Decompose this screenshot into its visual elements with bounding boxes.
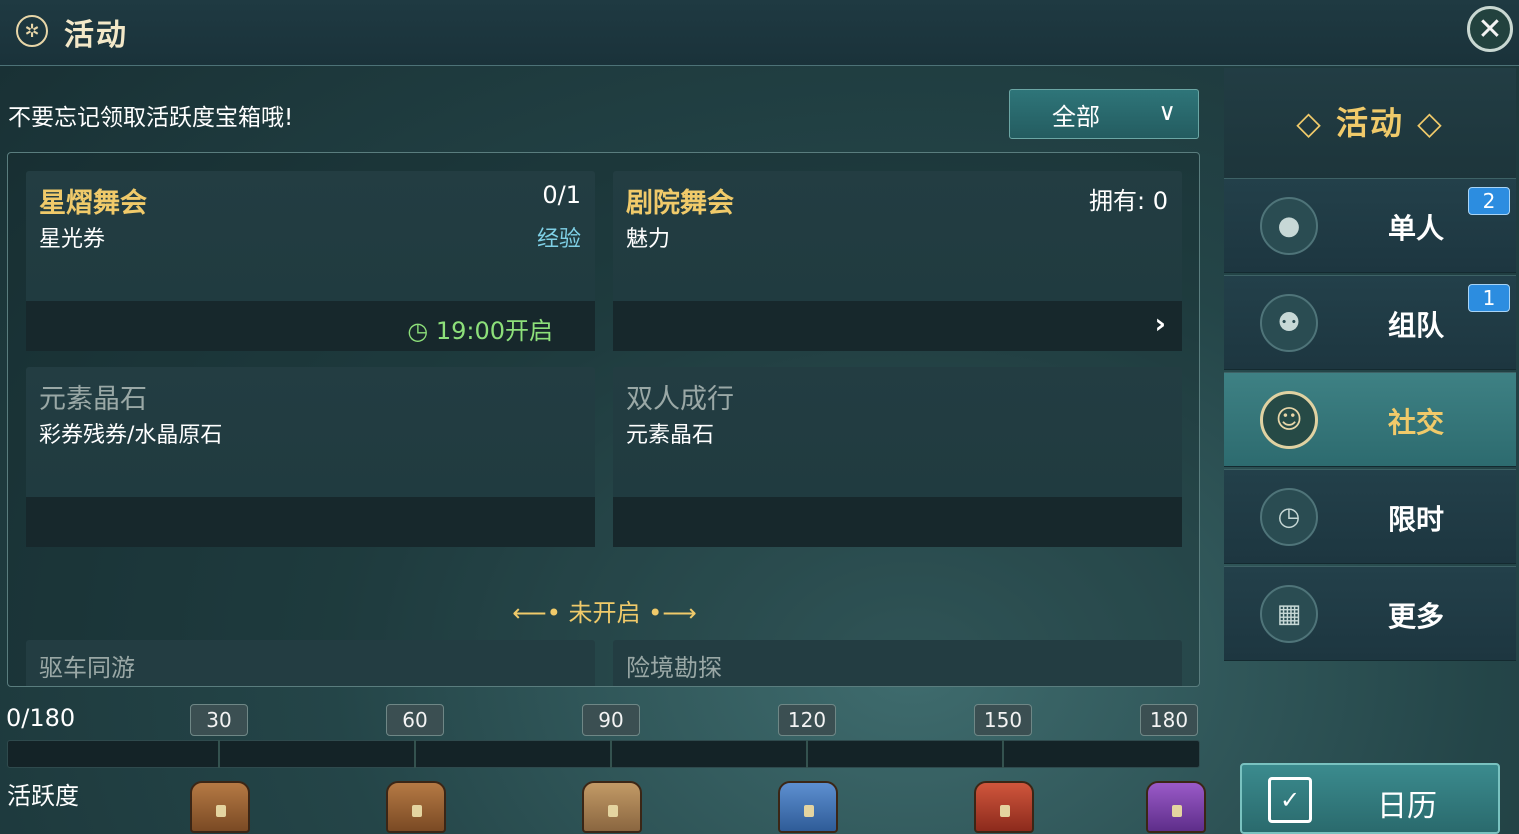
activity-count: 拥有: 0 (1089, 187, 1168, 215)
milestone-label: 30 (190, 704, 248, 736)
sidebar-title-text: 活动 (1335, 104, 1404, 142)
sidebar-item-label: 单人 (1387, 212, 1444, 245)
calendar-button[interactable]: ✓ 日历 (1240, 763, 1500, 834)
activity-status-bar (26, 497, 595, 547)
milestone-label: 180 (1140, 704, 1198, 736)
calendar-label: 日历 (1377, 789, 1437, 824)
count-badge: 2 (1468, 187, 1510, 215)
activity-card[interactable]: 剧院舞会 魅力 拥有: 0 › (613, 171, 1182, 351)
activity-name: 剧院舞会 (626, 188, 734, 219)
chevron-right-icon[interactable]: › (1154, 307, 1166, 340)
grid-icon: ▦ (1260, 585, 1318, 643)
activity-name: 星熠舞会 (39, 188, 147, 219)
activity-status-bar: › (613, 301, 1182, 351)
chest-icon[interactable] (386, 781, 446, 833)
activity-card[interactable]: 驱车同游 (26, 640, 595, 686)
sidebar-title: ◇ 活动 ◇ (1224, 98, 1516, 144)
top-bar: ✲ 活动 (0, 0, 1519, 66)
milestone-tick (806, 740, 808, 768)
clock-icon: ◷ (407, 317, 436, 345)
chevron-down-icon: ∨ (1158, 98, 1176, 126)
open-time: ◷ 19:00开启 (407, 311, 553, 346)
chest-icon[interactable] (974, 781, 1034, 833)
team-icon: ⚉ (1260, 294, 1318, 352)
reminder-text: 不要忘记领取活跃度宝箱哦! (8, 105, 294, 131)
sidebar-item-limited[interactable]: ◷ 限时 (1224, 469, 1516, 564)
activity-name: 双人成行 (626, 384, 734, 415)
activity-name: 元素晶石 (39, 384, 147, 415)
milestone-tick (218, 740, 220, 768)
activity-list-panel: 星熠舞会 星光券 0/1 经验 ◷ 19:00开启 剧院舞会 魅力 拥有: 0 … (7, 152, 1200, 687)
activity-card[interactable]: 元素晶石 彩券残券/水晶原石 (26, 367, 595, 547)
page-title: 活动 (64, 18, 128, 53)
activity-name: 险境勘探 (626, 654, 722, 682)
activity-card[interactable]: 险境勘探 (613, 640, 1182, 686)
social-icon: ☺ (1260, 391, 1318, 449)
activity-reward: 魅力 (626, 227, 671, 252)
sidebar-item-label: 限时 (1387, 503, 1444, 536)
sidebar-item-label: 社交 (1387, 406, 1444, 439)
filter-label: 全部 (1052, 102, 1100, 131)
activity-tag: 经验 (536, 227, 581, 252)
ornament-left-icon: ◇ (1296, 104, 1336, 142)
activity-status-bar (613, 497, 1182, 547)
count-badge: 1 (1468, 284, 1510, 312)
sidebar-item-solo[interactable]: ● 单人 2 (1224, 178, 1516, 273)
milestone-tick (1002, 740, 1004, 768)
sidebar-item-more[interactable]: ▦ 更多 (1224, 566, 1516, 661)
open-time-text: 19:00开启 (435, 317, 553, 345)
activity-card[interactable]: 星熠舞会 星光券 0/1 经验 ◷ 19:00开启 (26, 171, 595, 351)
activity-reward: 元素晶石 (626, 423, 715, 448)
sidebar-item-label: 组队 (1387, 309, 1444, 342)
activity-reward: 彩券残券/水晶原石 (39, 423, 223, 448)
sidebar-item-team[interactable]: ⚉ 组队 1 (1224, 275, 1516, 370)
filter-dropdown[interactable]: 全部 ∨ (1009, 89, 1199, 139)
milestone-label: 90 (582, 704, 640, 736)
wheel-icon: ✲ (16, 15, 48, 47)
ornament-right-icon: •⟶ (648, 599, 697, 627)
sidebar-item-social[interactable]: ☺ 社交 (1224, 372, 1516, 467)
activity-status-bar: ◷ 19:00开启 (26, 301, 595, 351)
chest-icon[interactable] (778, 781, 838, 833)
activity-name: 驱车同游 (39, 654, 135, 682)
not-open-label: 未开启 (568, 599, 641, 627)
chest-icon[interactable] (190, 781, 250, 833)
calendar-icon: ✓ (1268, 777, 1312, 823)
close-icon: ✕ (1477, 11, 1503, 47)
milestone-label: 60 (386, 704, 444, 736)
clock-icon: ◷ (1260, 488, 1318, 546)
person-icon: ● (1260, 197, 1318, 255)
close-button[interactable]: ✕ (1467, 6, 1513, 52)
activity-card[interactable]: 双人成行 元素晶石 (613, 367, 1182, 547)
milestone-label: 120 (778, 704, 836, 736)
activity-progress-bar (7, 740, 1200, 768)
chest-icon[interactable] (1146, 781, 1206, 833)
sidebar-item-label: 更多 (1387, 600, 1444, 633)
milestone-label: 150 (974, 704, 1032, 736)
ornament-right-icon: ◇ (1404, 104, 1444, 142)
ornament-left-icon: ⟵• (512, 599, 569, 627)
milestone-tick (610, 740, 612, 768)
activity-reward: 星光券 (39, 227, 106, 252)
not-open-section-header: ⟵• 未开启 •⟶ (8, 593, 1199, 628)
activity-label: 活跃度 (7, 782, 79, 810)
sidebar-header: ◇ 活动 ◇ (1224, 68, 1516, 178)
chest-icon[interactable] (582, 781, 642, 833)
activity-progress-text: 0/180 (6, 704, 76, 732)
activity-count: 0/1 (542, 181, 581, 209)
milestone-tick (414, 740, 416, 768)
